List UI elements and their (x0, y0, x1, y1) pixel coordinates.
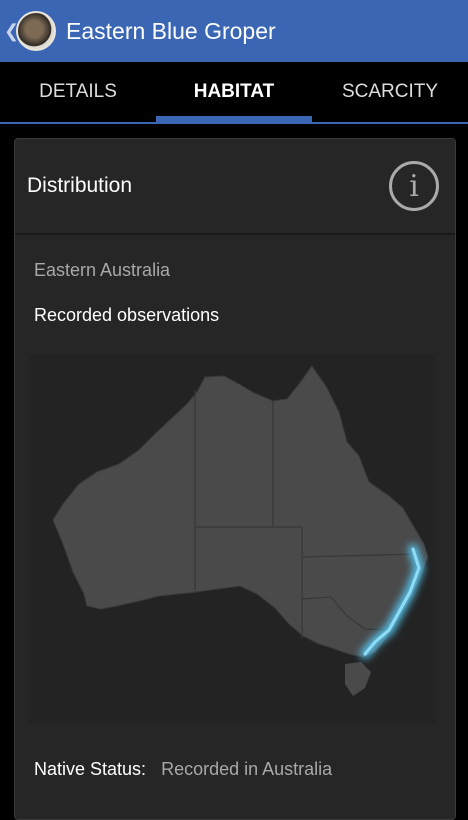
observations-label: Recorded observations (34, 305, 220, 325)
native-status: Native Status: Recorded in Australia (34, 759, 332, 780)
chevron-left-icon[interactable]: ❮ (4, 21, 19, 42)
app-title: Eastern Blue Groper (66, 17, 276, 44)
info-glyph: i (409, 168, 419, 204)
australia-map (52, 365, 429, 696)
tasmania-shape (345, 662, 371, 696)
card-title: Distribution (27, 174, 133, 197)
tab-divider (0, 122, 468, 124)
mainland-shape (52, 365, 429, 658)
tab-details[interactable]: DETAILS (0, 62, 156, 122)
tab-habitat[interactable]: HABITAT (156, 62, 312, 122)
tab-scarcity[interactable]: SCARCITY (312, 62, 468, 122)
native-status-value: Recorded in Australia (161, 759, 333, 779)
distribution-card: Distribution i Eastern Australia Recorde… (14, 138, 456, 820)
distribution-map (29, 354, 435, 724)
region-text: Eastern Australia (34, 260, 171, 280)
info-icon[interactable]: i (389, 161, 439, 211)
native-status-label: Native Status: (34, 759, 147, 779)
tab-bar: DETAILS HABITAT SCARCITY (0, 62, 468, 122)
action-bar: ❮ Eastern Blue Groper (0, 0, 468, 62)
fish-avatar-icon[interactable] (16, 11, 56, 51)
card-header: Distribution i (15, 139, 455, 235)
